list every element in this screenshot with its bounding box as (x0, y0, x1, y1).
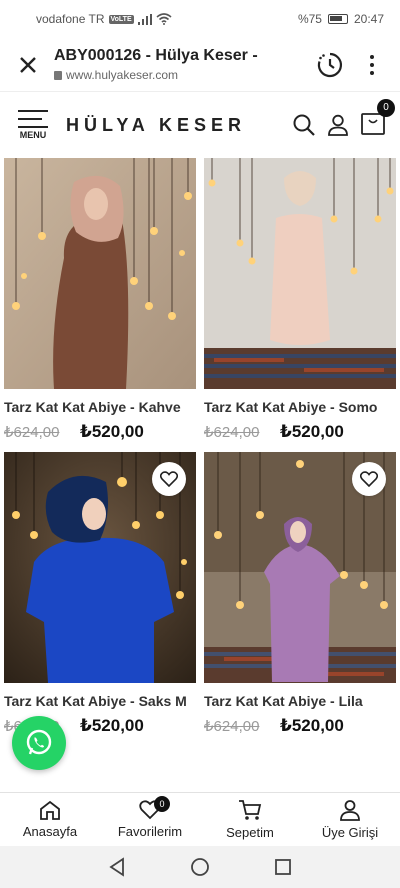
signal-icon (137, 13, 152, 25)
product-card[interactable]: Tarz Kat Kat Abiye - Lila ₺624,00 ₺520,0… (204, 452, 396, 736)
sale-price: ₺520,00 (280, 422, 344, 441)
url-text: www.hulyakeser.com (66, 68, 179, 82)
more-dot (370, 54, 374, 59)
product-card[interactable]: Tarz Kat Kat Abiye - Saks M ₺624,00 ₺520… (4, 452, 196, 736)
product-name[interactable]: Tarz Kat Kat Abiye - Kahve (4, 399, 196, 416)
product-name[interactable]: Tarz Kat Kat Abiye - Somo (204, 399, 396, 416)
battery-icon (327, 14, 348, 24)
nav-cart-label: Sepetim (226, 825, 274, 840)
nav-login[interactable]: Üye Girişi (300, 793, 400, 846)
product-image[interactable] (204, 158, 396, 389)
status-bar: vodafone TR VoLTE %75 20:47 (0, 0, 400, 38)
more-dot (370, 70, 374, 75)
system-navigation-bar (0, 846, 400, 888)
whatsapp-button[interactable] (12, 716, 66, 770)
home-circle-icon[interactable] (190, 857, 210, 877)
header-cart-button[interactable]: 0 (360, 98, 395, 141)
sale-price: ₺520,00 (80, 716, 144, 735)
nav-login-label: Üye Girişi (321, 825, 379, 840)
menu-button[interactable]: MENU (16, 110, 50, 140)
search-icon[interactable] (292, 113, 316, 137)
history-button[interactable] (316, 51, 344, 79)
product-image[interactable] (4, 158, 196, 389)
heart-icon (360, 471, 378, 487)
volte-badge: VoLTE (108, 14, 134, 24)
cart-icon (239, 800, 262, 820)
favorites-count-badge: 0 (154, 796, 170, 812)
heart-icon (160, 471, 178, 487)
nav-favorites-label: Favorilerim (117, 824, 183, 839)
product-card[interactable]: Tarz Kat Kat Abiye - Somo ₺624,00 ₺520,0… (204, 158, 396, 442)
more-options-button[interactable] (360, 53, 384, 77)
nav-home[interactable]: Anasayfa (0, 793, 100, 846)
user-icon (340, 800, 360, 821)
nav-cart[interactable]: Sepetim (200, 793, 300, 846)
nav-favorites[interactable]: 0 Favorilerim (100, 793, 200, 846)
wifi-icon (156, 13, 172, 25)
bottom-navigation: Anasayfa 0 Favorilerim Sepetim Üye Giriş… (0, 792, 400, 846)
home-icon (40, 800, 60, 820)
more-dot (370, 62, 374, 67)
back-icon[interactable] (108, 857, 126, 877)
history-icon (317, 52, 342, 77)
close-tab-button[interactable] (16, 53, 40, 77)
favorite-button[interactable] (152, 462, 186, 496)
nav-home-label: Anasayfa (22, 824, 78, 839)
url-block[interactable]: ABY000126 - Hülya Keser - www.hulyakeser… (54, 47, 306, 82)
hamburger-icon (18, 110, 48, 128)
whatsapp-icon (26, 729, 52, 755)
brand-logo[interactable]: HÜLYA KESER (66, 115, 246, 136)
old-price: ₺624,00 (204, 424, 260, 441)
sale-price: ₺520,00 (280, 716, 344, 735)
close-icon (20, 56, 36, 73)
battery-percent: %75 (297, 12, 322, 26)
cart-count-badge: 0 (377, 98, 395, 117)
carrier-name: vodafone TR (36, 12, 105, 26)
product-image[interactable] (4, 452, 196, 683)
menu-label: MENU (19, 130, 47, 140)
product-name[interactable]: Tarz Kat Kat Abiye - Lila (204, 693, 396, 710)
lock-icon (54, 70, 62, 80)
sale-price: ₺520,00 (80, 422, 144, 441)
recents-icon[interactable] (274, 858, 292, 876)
product-image[interactable] (204, 452, 396, 683)
site-header: MENU HÜLYA KESER 0 (0, 92, 400, 158)
page-title: ABY000126 - Hülya Keser - (54, 47, 258, 64)
product-card[interactable]: Tarz Kat Kat Abiye - Kahve ₺624,00 ₺520,… (4, 158, 196, 442)
product-name[interactable]: Tarz Kat Kat Abiye - Saks M (4, 693, 196, 710)
old-price: ₺624,00 (4, 424, 60, 441)
favorite-button[interactable] (352, 462, 386, 496)
account-icon[interactable] (326, 113, 350, 137)
old-price: ₺624,00 (204, 718, 260, 735)
browser-toolbar: ABY000126 - Hülya Keser - www.hulyakeser… (0, 38, 400, 92)
url-text-row: www.hulyakeser.com (54, 68, 306, 82)
clock: 20:47 (353, 12, 384, 26)
